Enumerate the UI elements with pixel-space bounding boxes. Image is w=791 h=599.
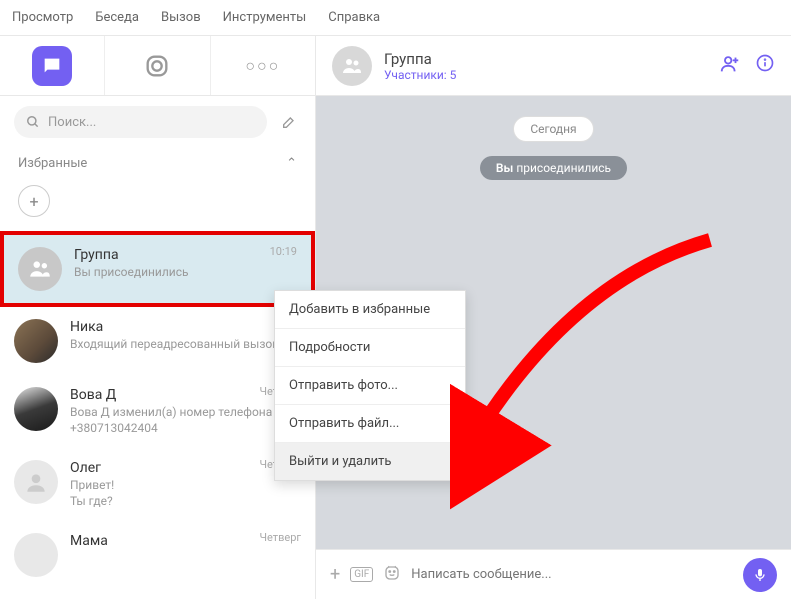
voice-message-button[interactable] bbox=[743, 558, 777, 592]
sticker-button[interactable] bbox=[383, 564, 401, 586]
chat-bubble-icon bbox=[32, 46, 72, 86]
info-button[interactable] bbox=[755, 53, 775, 79]
chat-name: Ника bbox=[70, 319, 301, 335]
add-favorite-button[interactable]: + bbox=[18, 185, 50, 217]
chat-header: Группа Участники: 5 bbox=[316, 36, 791, 96]
system-message-prefix: Вы bbox=[496, 161, 513, 175]
info-icon bbox=[755, 53, 775, 73]
avatar bbox=[14, 387, 58, 431]
sidebar-tabs: ○○○ bbox=[0, 36, 315, 96]
edit-icon bbox=[281, 114, 297, 130]
add-user-icon bbox=[719, 53, 741, 75]
chat-item[interactable]: Мама Четверг bbox=[0, 521, 315, 589]
menu-send-file[interactable]: Отправить файл... bbox=[275, 405, 465, 443]
menu-leave-delete[interactable]: Выйти и удалить bbox=[275, 443, 465, 480]
chat-preview: Вова Д изменил(а) номер телефона на +380… bbox=[70, 405, 301, 436]
menu-view[interactable]: Просмотр bbox=[12, 10, 73, 25]
menu-bar: Просмотр Беседа Вызов Инструменты Справк… bbox=[0, 0, 791, 36]
more-icon: ○○○ bbox=[245, 56, 280, 76]
avatar-blank-icon bbox=[14, 533, 58, 577]
add-participant-button[interactable] bbox=[719, 53, 741, 79]
tab-public[interactable] bbox=[105, 36, 210, 95]
message-input[interactable] bbox=[411, 567, 733, 582]
menu-help[interactable]: Справка bbox=[328, 10, 380, 25]
attach-button[interactable]: + bbox=[330, 564, 340, 585]
menu-tools[interactable]: Инструменты bbox=[223, 10, 307, 25]
search-input[interactable]: Поиск... bbox=[14, 106, 267, 138]
gif-button[interactable]: GIF bbox=[350, 567, 373, 582]
sidebar: ○○○ Поиск... Избранные ⌃ + bbox=[0, 36, 316, 599]
menu-send-photo[interactable]: Отправить фото... bbox=[275, 367, 465, 405]
chat-item-group[interactable]: Группа Вы присоединились 10:19 bbox=[0, 231, 315, 307]
menu-details[interactable]: Подробности bbox=[275, 329, 465, 367]
system-message: Вы присоединились bbox=[480, 156, 627, 180]
sticker-icon bbox=[383, 564, 401, 582]
header-avatar-icon bbox=[332, 46, 372, 86]
chat-name: Группа bbox=[74, 247, 297, 263]
tab-more[interactable]: ○○○ bbox=[211, 36, 315, 95]
participants-count[interactable]: Участники: 5 bbox=[384, 68, 707, 82]
menu-add-favorites[interactable]: Добавить в избранные bbox=[275, 291, 465, 329]
avatar-group-icon bbox=[18, 247, 62, 291]
chat-preview: Входящий переадресованный вызов bbox=[70, 337, 301, 353]
composer: + GIF bbox=[316, 549, 791, 599]
chat-preview: Привет! Ты где? bbox=[70, 478, 301, 509]
avatar bbox=[14, 319, 58, 363]
chat-item[interactable]: Ника Входящий переадресованный вызов bbox=[0, 307, 315, 375]
chat-item[interactable]: Олег Привет! Ты где? Четверг bbox=[0, 448, 315, 521]
favorites-label: Избранные bbox=[18, 156, 87, 171]
search-icon bbox=[26, 115, 40, 129]
chat-list: Группа Вы присоединились 10:19 Ника Вход… bbox=[0, 231, 315, 599]
menu-chat[interactable]: Беседа bbox=[95, 10, 139, 25]
chat-time: Четверг bbox=[259, 531, 301, 544]
chat-time: 10:19 bbox=[270, 245, 297, 258]
plus-icon: + bbox=[29, 192, 38, 211]
plus-icon: + bbox=[330, 564, 340, 585]
conversation-title: Группа bbox=[384, 50, 707, 68]
avatar-blank-icon bbox=[14, 460, 58, 504]
favorites-header[interactable]: Избранные ⌃ bbox=[0, 148, 315, 179]
chat-item[interactable]: Вова Д Вова Д изменил(а) номер телефона … bbox=[0, 375, 315, 448]
date-separator: Сегодня bbox=[513, 116, 593, 142]
menu-call[interactable]: Вызов bbox=[161, 10, 201, 25]
system-message-text: присоединились bbox=[513, 161, 611, 175]
mic-icon bbox=[752, 567, 768, 583]
chevron-up-icon: ⌃ bbox=[286, 156, 297, 171]
tab-chats[interactable] bbox=[0, 36, 105, 95]
search-placeholder: Поиск... bbox=[48, 115, 96, 130]
chat-preview: Вы присоединились bbox=[74, 265, 297, 281]
compose-button[interactable] bbox=[277, 110, 301, 134]
context-menu: Добавить в избранные Подробности Отправи… bbox=[274, 290, 466, 481]
